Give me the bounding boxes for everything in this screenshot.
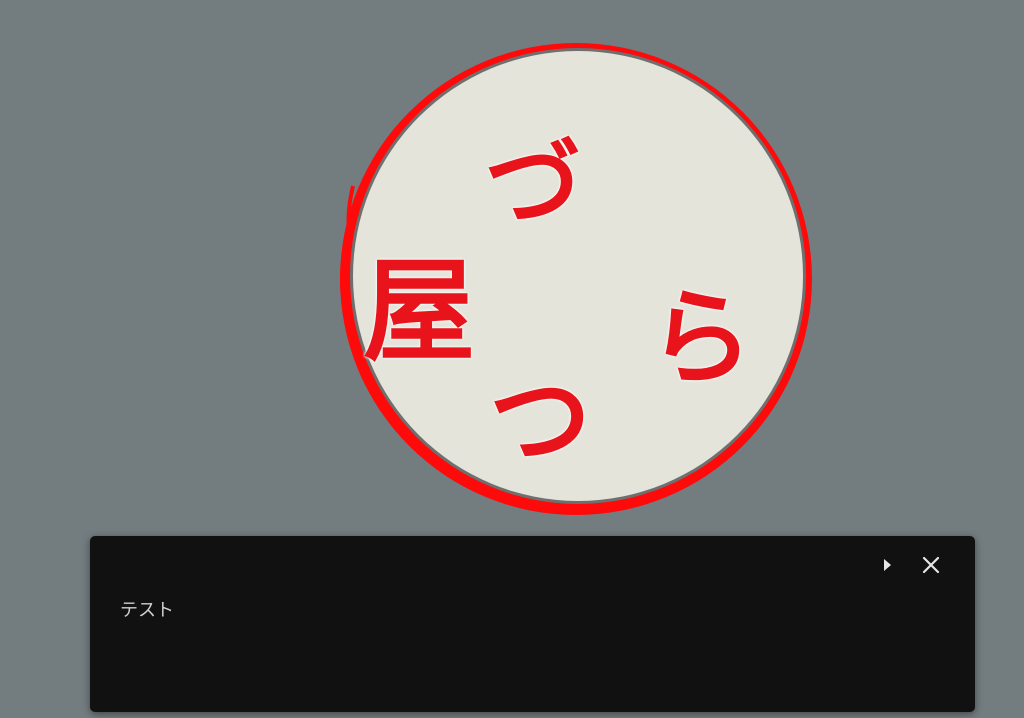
play-arrow-icon [884, 559, 891, 571]
seal-char-zu: づ [485, 127, 581, 240]
close-button[interactable] [916, 550, 946, 580]
expand-button[interactable] [872, 550, 902, 580]
seal-char-tsu: つ [489, 361, 591, 481]
seal-char-ya: 屋 [363, 246, 475, 377]
close-icon [922, 556, 940, 574]
circular-seal-image: づ 屋 ら つ [333, 36, 819, 522]
caption-panel: テスト [90, 536, 975, 712]
stream-view: づ 屋 ら つ テスト [0, 0, 1024, 718]
caption-text: テスト [120, 600, 174, 621]
seal-char-ra: ら [649, 276, 754, 399]
